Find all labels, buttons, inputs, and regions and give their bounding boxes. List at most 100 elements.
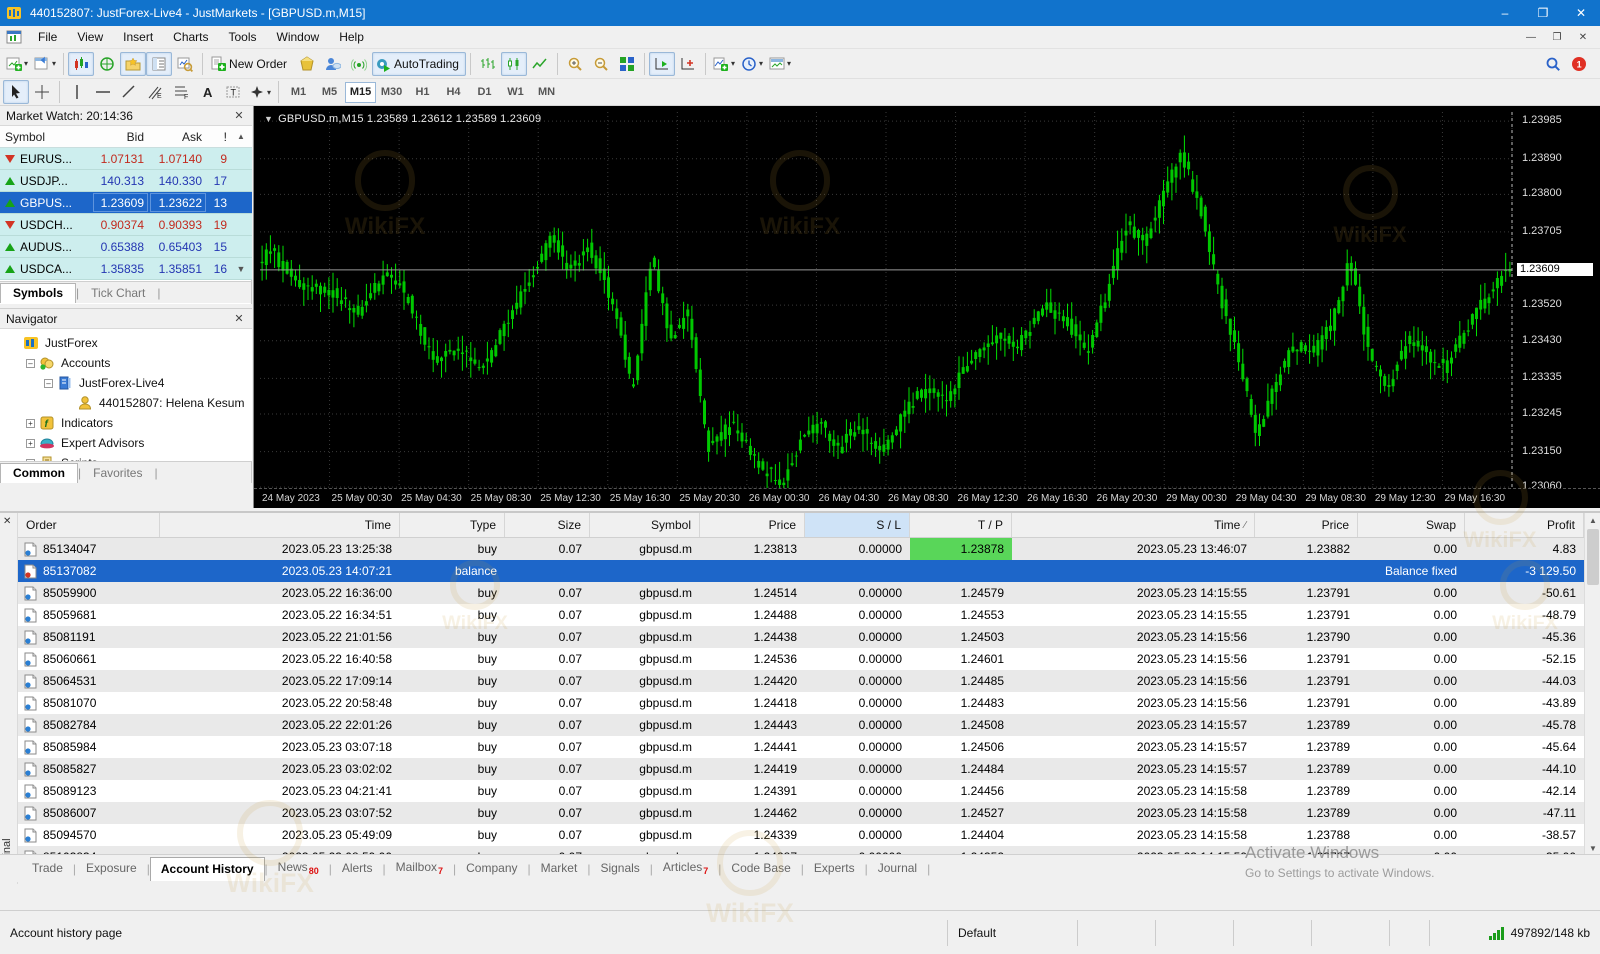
history-col-price[interactable]: Price xyxy=(700,513,805,537)
arrows-tool[interactable]: ▾ xyxy=(246,80,274,104)
navigator-item-justforex-live4[interactable]: –JustForex-Live4 xyxy=(0,373,252,393)
timeframe-m30-button[interactable]: M30 xyxy=(376,82,407,103)
history-col-price[interactable]: Price xyxy=(1255,513,1358,537)
notifications-button[interactable]: 1 xyxy=(1566,52,1592,76)
chart-shift-toggle[interactable] xyxy=(675,52,701,76)
terminal-tab-code-base[interactable]: Code Base xyxy=(721,857,800,880)
terminal-toggle[interactable] xyxy=(146,52,172,76)
terminal-tab-market[interactable]: Market xyxy=(531,857,588,880)
menu-item-view[interactable]: View xyxy=(67,27,113,47)
history-row-85086007[interactable]: 850860072023.05.23 03:07:52buy0.07gbpusd… xyxy=(18,802,1584,824)
market-watch-col-![interactable]: ! xyxy=(207,126,232,147)
navigator-tab-favorites[interactable]: Favorites xyxy=(81,464,154,483)
market-watch-row-gbpus[interactable]: GBPUS...1.236091.2362213 xyxy=(0,192,252,214)
terminal-tab-signals[interactable]: Signals xyxy=(590,857,649,880)
navigator-item-expert-advisors[interactable]: +Expert Advisors xyxy=(0,433,252,453)
chart-window[interactable]: ▼GBPUSD.m,M15 1.23589 1.23612 1.23589 1.… xyxy=(253,106,1600,508)
menu-item-charts[interactable]: Charts xyxy=(163,27,218,47)
publisher-button[interactable] xyxy=(320,52,346,76)
metaeditor-button[interactable] xyxy=(294,52,320,76)
market-watch-close-icon[interactable]: ✕ xyxy=(232,109,246,122)
close-button[interactable]: ✕ xyxy=(1562,0,1600,26)
market-watch-col-bid[interactable]: Bid xyxy=(92,126,149,147)
market-watch-scroll-down-icon[interactable]: ▼ xyxy=(232,258,250,279)
signals-button[interactable] xyxy=(346,52,372,76)
auto-scroll-toggle[interactable] xyxy=(649,52,675,76)
terminal-tab-news[interactable]: News80 xyxy=(268,856,329,881)
history-col-type[interactable]: Type xyxy=(400,513,505,537)
history-row-85094570[interactable]: 850945702023.05.23 05:49:09buy0.07gbpusd… xyxy=(18,824,1584,846)
text-tool[interactable]: A xyxy=(194,80,220,104)
market-watch-scroll-up-icon[interactable]: ▲ xyxy=(232,126,250,147)
maximize-button[interactable]: ❐ xyxy=(1524,0,1562,26)
history-row-85059900[interactable]: 850599002023.05.22 16:36:00buy0.07gbpusd… xyxy=(18,582,1584,604)
history-col-profit[interactable]: Profit xyxy=(1465,513,1584,537)
terminal-tab-journal[interactable]: Journal xyxy=(868,857,927,880)
history-col-tp[interactable]: T / P xyxy=(910,513,1012,537)
terminal-scrollbar[interactable]: ▲ ▼ xyxy=(1584,513,1600,856)
terminal-tab-alerts[interactable]: Alerts xyxy=(332,857,383,880)
market-watch-row-usdch[interactable]: USDCH...0.903740.9039319 xyxy=(0,214,252,236)
collapse-icon[interactable]: – xyxy=(44,379,53,388)
timeframe-mn-button[interactable]: MN xyxy=(531,82,562,103)
timeframe-m15-button[interactable]: M15 xyxy=(345,82,376,103)
new-chart-button[interactable]: ▾ xyxy=(3,52,31,76)
trendline-tool[interactable] xyxy=(116,80,142,104)
periods-button[interactable]: ▾ xyxy=(738,52,766,76)
timeframe-w1-button[interactable]: W1 xyxy=(500,82,531,103)
terminal-tab-exposure[interactable]: Exposure xyxy=(76,857,147,880)
history-row-85085984[interactable]: 850859842023.05.23 03:07:18buy0.07gbpusd… xyxy=(18,736,1584,758)
candlestick-chart-button[interactable] xyxy=(501,52,527,76)
terminal-tab-company[interactable]: Company xyxy=(456,857,527,880)
market-watch-col-ask[interactable]: Ask xyxy=(149,126,207,147)
vertical-line-tool[interactable] xyxy=(64,80,90,104)
timeframe-h4-button[interactable]: H4 xyxy=(438,82,469,103)
market-watch-row-usdca[interactable]: USDCA...1.358351.3585116▼ xyxy=(0,258,252,280)
indicators-button[interactable]: ▾ xyxy=(710,52,738,76)
history-row-85081191[interactable]: 850811912023.05.22 21:01:56buy0.07gbpusd… xyxy=(18,626,1584,648)
profiles-button[interactable]: ▾ xyxy=(31,52,59,76)
expand-icon[interactable]: + xyxy=(26,419,35,428)
timeframe-m1-button[interactable]: M1 xyxy=(283,82,314,103)
navigator-item-accounts[interactable]: –Accounts xyxy=(0,353,252,373)
navigator-tab-common[interactable]: Common xyxy=(0,463,78,483)
line-chart-button[interactable] xyxy=(527,52,553,76)
timeframe-m5-button[interactable]: M5 xyxy=(314,82,345,103)
navigator-item-440152807-helena-kesum[interactable]: 440152807: Helena Kesum xyxy=(0,393,252,413)
terminal-tab-experts[interactable]: Experts xyxy=(804,857,865,880)
terminal-tab-account-history[interactable]: Account History xyxy=(150,857,265,881)
crosshair-tool[interactable] xyxy=(29,80,55,104)
chevron-down-icon[interactable]: ▼ xyxy=(264,114,273,124)
history-col-size[interactable]: Size xyxy=(505,513,590,537)
templates-button[interactable]: ▾ xyxy=(766,52,794,76)
market-watch-tab-tick-chart[interactable]: Tick Chart xyxy=(79,284,157,303)
market-watch-col-symbol[interactable]: Symbol xyxy=(0,126,92,147)
navigator-close-icon[interactable]: ✕ xyxy=(232,312,246,325)
history-row-85081070[interactable]: 850810702023.05.22 20:58:48buy0.07gbpusd… xyxy=(18,692,1584,714)
history-row-85082784[interactable]: 850827842023.05.22 22:01:26buy0.07gbpusd… xyxy=(18,714,1584,736)
candlestick-chart[interactable] xyxy=(254,106,1600,508)
terminal-tab-articles[interactable]: Articles7 xyxy=(653,856,718,881)
expand-icon[interactable]: + xyxy=(26,439,35,448)
market-watch-toggle[interactable] xyxy=(68,52,94,76)
menu-item-window[interactable]: Window xyxy=(267,27,330,47)
history-row-85060661[interactable]: 850606612023.05.22 16:40:58buy0.07gbpusd… xyxy=(18,648,1584,670)
collapse-icon[interactable]: – xyxy=(26,359,35,368)
search-button[interactable] xyxy=(1540,52,1566,76)
horizontal-line-tool[interactable] xyxy=(90,80,116,104)
zoom-in-button[interactable] xyxy=(562,52,588,76)
mdi-minimize-button[interactable]: — xyxy=(1518,28,1544,46)
scroll-up-icon[interactable]: ▲ xyxy=(1585,513,1600,528)
strategy-tester-toggle[interactable] xyxy=(172,52,198,76)
menu-item-file[interactable]: File xyxy=(28,27,67,47)
market-watch-row-audus[interactable]: AUDUS...0.653880.6540315 xyxy=(0,236,252,258)
navigator-item-indicators[interactable]: +fIndicators xyxy=(0,413,252,433)
market-watch-row-usdjp[interactable]: USDJP...140.313140.33017 xyxy=(0,170,252,192)
new-order-button[interactable]: New Order xyxy=(207,52,294,76)
text-label-tool[interactable]: T xyxy=(220,80,246,104)
market-watch-tab-symbols[interactable]: Symbols xyxy=(0,283,76,303)
history-col-order[interactable]: Order xyxy=(18,513,160,537)
data-window-toggle[interactable] xyxy=(94,52,120,76)
terminal-close-icon[interactable]: ✕ xyxy=(3,516,11,527)
history-row-85137082[interactable]: 851370822023.05.23 14:07:21balanceBalanc… xyxy=(18,560,1584,582)
